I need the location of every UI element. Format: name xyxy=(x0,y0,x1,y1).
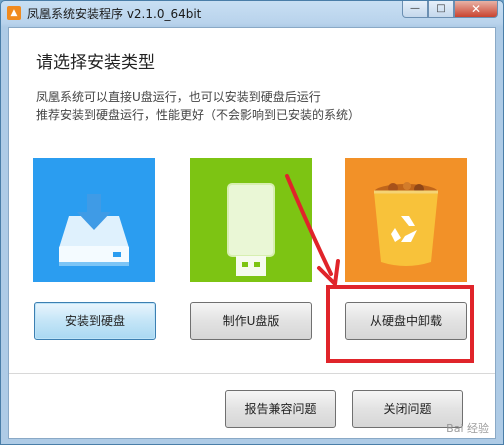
install-to-disk-button[interactable]: 安装到硬盘 xyxy=(34,302,156,340)
install-to-disk-tile[interactable] xyxy=(33,158,155,282)
recycle-bin-icon xyxy=(374,182,438,266)
close-window-button[interactable]: ✕ xyxy=(454,1,498,18)
title-bar[interactable]: ▲ 凤凰系统安装程序 v2.1.0_64bit — □ ✕ xyxy=(1,1,503,25)
client-area: 请选择安装类型 凤凰系统可以直接U盘运行，也可以安装到硬盘后运行 推荐安装到硬盘… xyxy=(8,27,496,439)
page-title: 请选择安装类型 xyxy=(36,53,155,73)
footer-divider xyxy=(9,373,495,374)
window-controls: — □ ✕ xyxy=(402,1,498,19)
make-usb-tile[interactable] xyxy=(190,158,312,282)
description-line-1: 凤凰系统可以直接U盘运行，也可以安装到硬盘后运行 xyxy=(36,90,321,104)
minimize-button[interactable]: — xyxy=(402,1,428,18)
watermark: Bai 经验 xyxy=(446,422,489,435)
annotation-highlight-box xyxy=(326,285,474,363)
app-icon: ▲ xyxy=(7,6,21,20)
description-line-2: 推荐安装到硬盘运行，性能更好（不会影响到已安装的系统） xyxy=(36,108,361,122)
uninstall-tile[interactable] xyxy=(345,158,467,282)
maximize-button[interactable]: □ xyxy=(428,1,454,18)
window-title: 凤凰系统安装程序 v2.1.0_64bit xyxy=(27,7,202,21)
usb-drive-icon xyxy=(227,183,275,276)
hard-drive-download-icon xyxy=(59,194,129,266)
make-usb-button[interactable]: 制作U盘版 xyxy=(190,302,312,340)
report-compatibility-button[interactable]: 报告兼容问题 xyxy=(225,390,336,428)
installer-window: ▲ 凤凰系统安装程序 v2.1.0_64bit — □ ✕ 请选择安装类型 凤凰… xyxy=(0,0,504,445)
